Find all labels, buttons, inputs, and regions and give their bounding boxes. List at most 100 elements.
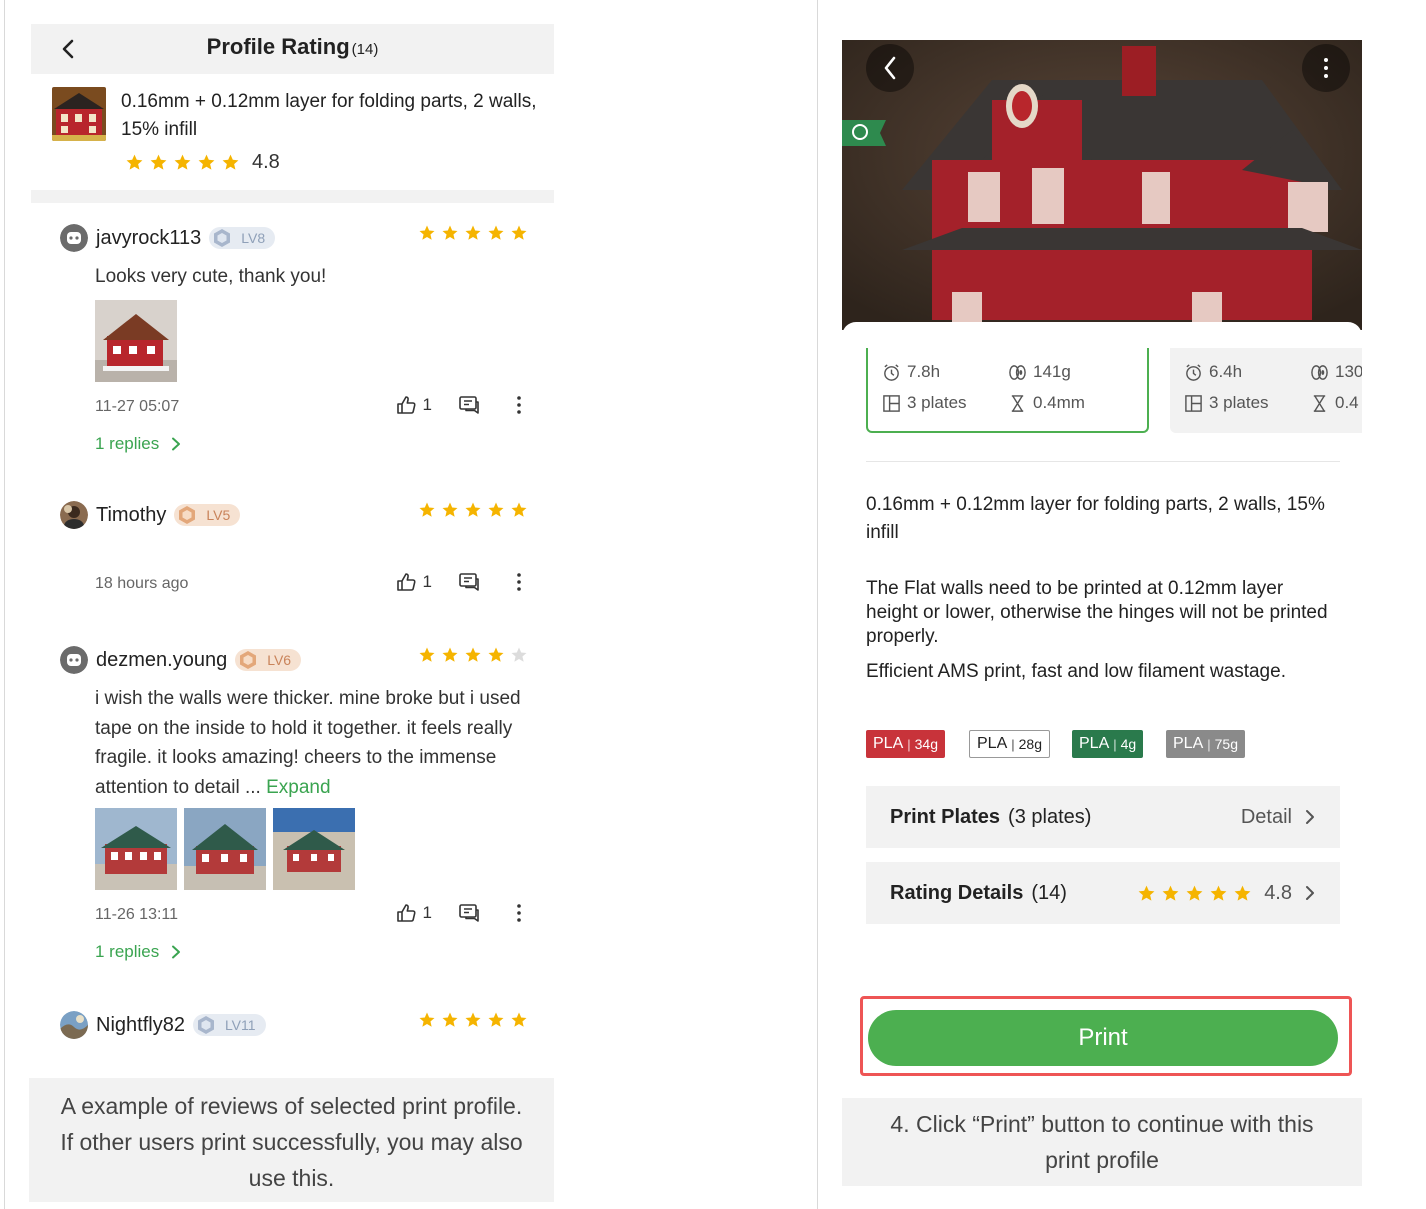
- filament-spool-icon: [1311, 364, 1328, 380]
- detail-link[interactable]: Detail: [1241, 806, 1292, 829]
- more-options-icon[interactable]: [508, 571, 530, 593]
- star-filled-icon: [1162, 885, 1179, 901]
- comment-icon[interactable]: [458, 902, 480, 924]
- more-options-icon[interactable]: [1304, 44, 1352, 92]
- replies-link[interactable]: 1 replies: [95, 942, 530, 962]
- profile-description-title: 0.16mm + 0.12mm layer for folding parts,…: [866, 494, 1325, 543]
- star-filled-icon: [488, 1012, 504, 1027]
- username[interactable]: javyrock113: [96, 227, 201, 250]
- expand-link[interactable]: Expand: [266, 777, 330, 798]
- chevron-right-icon: [172, 437, 181, 450]
- review-photos: [95, 299, 530, 382]
- star-filled-icon: [419, 1012, 435, 1027]
- profile-thumbnail: [52, 87, 106, 141]
- star-filled-icon: [465, 225, 481, 240]
- more-options-icon[interactable]: [508, 394, 530, 416]
- review-item: javyrock113 LV8 Looks very cute, thank y…: [60, 224, 530, 454]
- filament-tag: PLA | 75g: [1166, 730, 1245, 758]
- right-caption: 4. Click “Print” button to continue with…: [842, 1098, 1362, 1186]
- replies-link[interactable]: 1 replies: [95, 434, 530, 454]
- like-count: 1: [422, 572, 432, 591]
- like-count: 1: [422, 903, 432, 922]
- model-image: [842, 40, 1362, 330]
- profile-rating: 4.8: [125, 151, 280, 174]
- plates-icon: [1185, 394, 1202, 412]
- nozzle-icon: [1011, 394, 1024, 412]
- thumbs-up-icon: [396, 904, 416, 922]
- like-button[interactable]: 1: [395, 394, 432, 416]
- nozzle-icon: [1313, 394, 1326, 412]
- plate-count: 3 plates: [882, 393, 967, 413]
- review-photo[interactable]: [95, 299, 177, 382]
- star-filled-icon: [511, 502, 527, 517]
- review-item: Timothy LV5 18 hours ago 1: [60, 501, 530, 601]
- page-title: Profile Rating (14): [206, 34, 379, 59]
- star-filled-icon: [442, 502, 458, 517]
- review-photo[interactable]: [184, 808, 266, 890]
- username[interactable]: Timothy: [96, 504, 166, 527]
- alarm-clock-icon: [1186, 363, 1201, 381]
- star-filled-icon: [419, 502, 435, 517]
- print-profile-option[interactable]: 6.4h 130 3 plates 0.4: [1170, 348, 1362, 433]
- more-options-icon[interactable]: [508, 902, 530, 924]
- star-filled-icon: [419, 647, 435, 662]
- review-text: i wish the walls were thicker. mine brok…: [95, 688, 521, 798]
- thumbs-up-icon: [396, 395, 416, 414]
- star-filled-icon: [442, 1012, 458, 1027]
- review-time: 11-26 13:11: [95, 906, 179, 923]
- star-filled-icon: [488, 647, 504, 662]
- star-filled-icon: [1210, 885, 1227, 901]
- review-time: 18 hours ago: [95, 575, 189, 592]
- back-icon[interactable]: [846, 44, 894, 92]
- star-filled-icon: [465, 1012, 481, 1027]
- review-item: dezmen.young LV6 i wish the walls were t…: [60, 646, 530, 962]
- rating-value: 4.8: [1264, 881, 1292, 904]
- level-icon: [214, 229, 231, 247]
- chevron-right-icon: [1306, 886, 1314, 900]
- comment-icon[interactable]: [458, 571, 480, 593]
- plates-icon: [883, 394, 900, 412]
- username[interactable]: dezmen.young: [96, 649, 227, 672]
- rating-details-row[interactable]: Rating Details (14) 4.8: [866, 862, 1340, 924]
- like-count: 1: [422, 394, 432, 414]
- avatar[interactable]: [60, 224, 88, 252]
- review-photo[interactable]: [273, 808, 355, 890]
- avatar[interactable]: [60, 646, 88, 674]
- panel-divider: [817, 0, 818, 1209]
- print-plates-row[interactable]: Print Plates (3 plates) Detail: [866, 786, 1340, 848]
- like-button[interactable]: 1: [395, 571, 432, 593]
- star-filled-icon: [222, 154, 239, 170]
- level-icon: [197, 1016, 214, 1034]
- star-filled-icon: [442, 647, 458, 662]
- username[interactable]: Nightfly82: [96, 1014, 185, 1037]
- print-button[interactable]: Print: [868, 1010, 1338, 1066]
- profile-rating-header: Profile Rating (14): [31, 24, 554, 74]
- rating-stars: [125, 153, 240, 172]
- star-filled-icon: [465, 502, 481, 517]
- filament-tag: PLA | 34g: [866, 730, 945, 758]
- left-border: [4, 0, 5, 1209]
- like-button[interactable]: 1: [395, 902, 432, 924]
- avatar[interactable]: [60, 501, 88, 529]
- plate-count: 3 plates: [1184, 393, 1269, 413]
- comment-icon[interactable]: [458, 394, 480, 416]
- left-caption: A example of reviews of selected print p…: [29, 1078, 554, 1202]
- review-stars: [418, 501, 528, 519]
- profile-description: The Flat walls need to be printed at 0.1…: [866, 578, 1328, 647]
- level-badge: LV11: [192, 1014, 266, 1036]
- star-filled-icon: [126, 154, 143, 170]
- review-photo[interactable]: [95, 808, 177, 890]
- review-stars: [418, 224, 528, 242]
- star-empty-icon: [511, 647, 527, 662]
- review-stars: [418, 646, 528, 664]
- avatar[interactable]: [60, 1011, 88, 1039]
- level-badge: LV8: [209, 227, 276, 249]
- star-filled-icon: [488, 225, 504, 240]
- profile-title: 0.16mm + 0.12mm layer for folding parts,…: [121, 91, 537, 140]
- star-filled-icon: [198, 154, 215, 170]
- print-profile-option-selected[interactable]: 7.8h 141g 3 plates 0.4mm: [866, 348, 1149, 433]
- level-icon: [240, 651, 257, 669]
- chevron-right-icon: [172, 945, 181, 959]
- review-stars: [418, 1011, 528, 1029]
- star-filled-icon: [1234, 885, 1251, 901]
